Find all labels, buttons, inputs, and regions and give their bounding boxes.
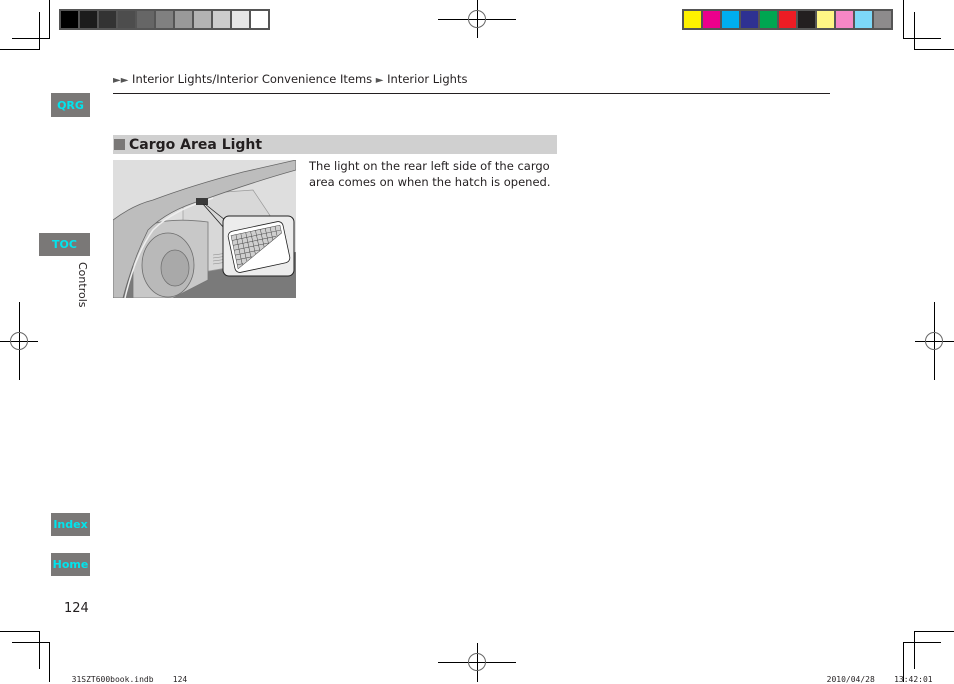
color-swatch: [779, 11, 796, 28]
breadcrumb: ►► Interior Lights/Interior Convenience …: [113, 72, 467, 86]
color-swatch: [213, 11, 230, 28]
crop-mark-line: [0, 49, 40, 50]
index-tab[interactable]: Index: [51, 513, 90, 536]
color-swatch: [722, 11, 739, 28]
color-swatch: [251, 11, 268, 28]
section-heading: Cargo Area Light: [113, 135, 557, 154]
color-swatch: [80, 11, 97, 28]
section-title: Cargo Area Light: [129, 136, 263, 153]
color-swatch: [855, 11, 872, 28]
color-swatch: [684, 11, 701, 28]
color-swatch: [137, 11, 154, 28]
color-swatch: [61, 11, 78, 28]
process-color-bar: [682, 9, 893, 30]
breadcrumb-current[interactable]: Interior Lights: [387, 72, 467, 86]
slug-time: 13:42:01: [894, 675, 933, 684]
crop-mark-line: [903, 0, 904, 38]
crop-mark-line: [39, 12, 40, 50]
breadcrumb-parent-link[interactable]: Interior Lights/Interior Convenience Ite…: [132, 72, 372, 86]
grayscale-color-bar: [59, 9, 270, 30]
color-swatch: [798, 11, 815, 28]
slug-timestamp: 2010/04/28 13:42:01: [817, 666, 933, 684]
crop-mark-line: [12, 642, 50, 643]
crop-mark-line: [12, 38, 50, 39]
crop-mark-line: [914, 631, 954, 632]
color-swatch: [232, 11, 249, 28]
heading-square-icon: [114, 139, 125, 150]
header-divider: [113, 93, 830, 94]
crop-mark-line: [49, 642, 50, 682]
crop-mark-line: [914, 49, 954, 50]
qrg-tab[interactable]: QRG: [51, 93, 90, 117]
crop-mark-line: [49, 0, 50, 38]
crop-mark-line: [914, 631, 915, 669]
slug-filename: 31SZT600book.indb: [71, 675, 154, 684]
cargo-area-illustration: [113, 160, 296, 298]
slug-page: 124: [172, 675, 188, 684]
color-swatch: [194, 11, 211, 28]
crop-mark-line: [914, 12, 915, 50]
color-swatch: [817, 11, 834, 28]
color-swatch: [760, 11, 777, 28]
breadcrumb-arrows-icon: ►►: [113, 75, 129, 86]
crop-mark-line: [903, 38, 941, 39]
color-swatch: [118, 11, 135, 28]
color-swatch: [741, 11, 758, 28]
color-swatch: [99, 11, 116, 28]
section-side-label: Controls: [76, 262, 89, 308]
crop-mark-line: [903, 642, 941, 643]
color-swatch: [156, 11, 173, 28]
section-body-text: The light on the rear left side of the c…: [309, 159, 551, 189]
crop-mark-line: [39, 631, 40, 669]
slug-date: 2010/04/28: [826, 675, 875, 684]
home-tab[interactable]: Home: [51, 553, 90, 576]
color-swatch: [175, 11, 192, 28]
color-swatch: [874, 11, 891, 28]
cargo-area-figure-svg: [113, 160, 296, 298]
color-swatch: [836, 11, 853, 28]
breadcrumb-separator-icon: ►: [375, 75, 384, 86]
crop-mark-line: [0, 631, 40, 632]
slug-file: 31SZT600book.indb 124: [62, 666, 188, 684]
color-swatch: [703, 11, 720, 28]
toc-tab[interactable]: TOC: [39, 233, 90, 256]
page-number: 124: [64, 601, 89, 616]
